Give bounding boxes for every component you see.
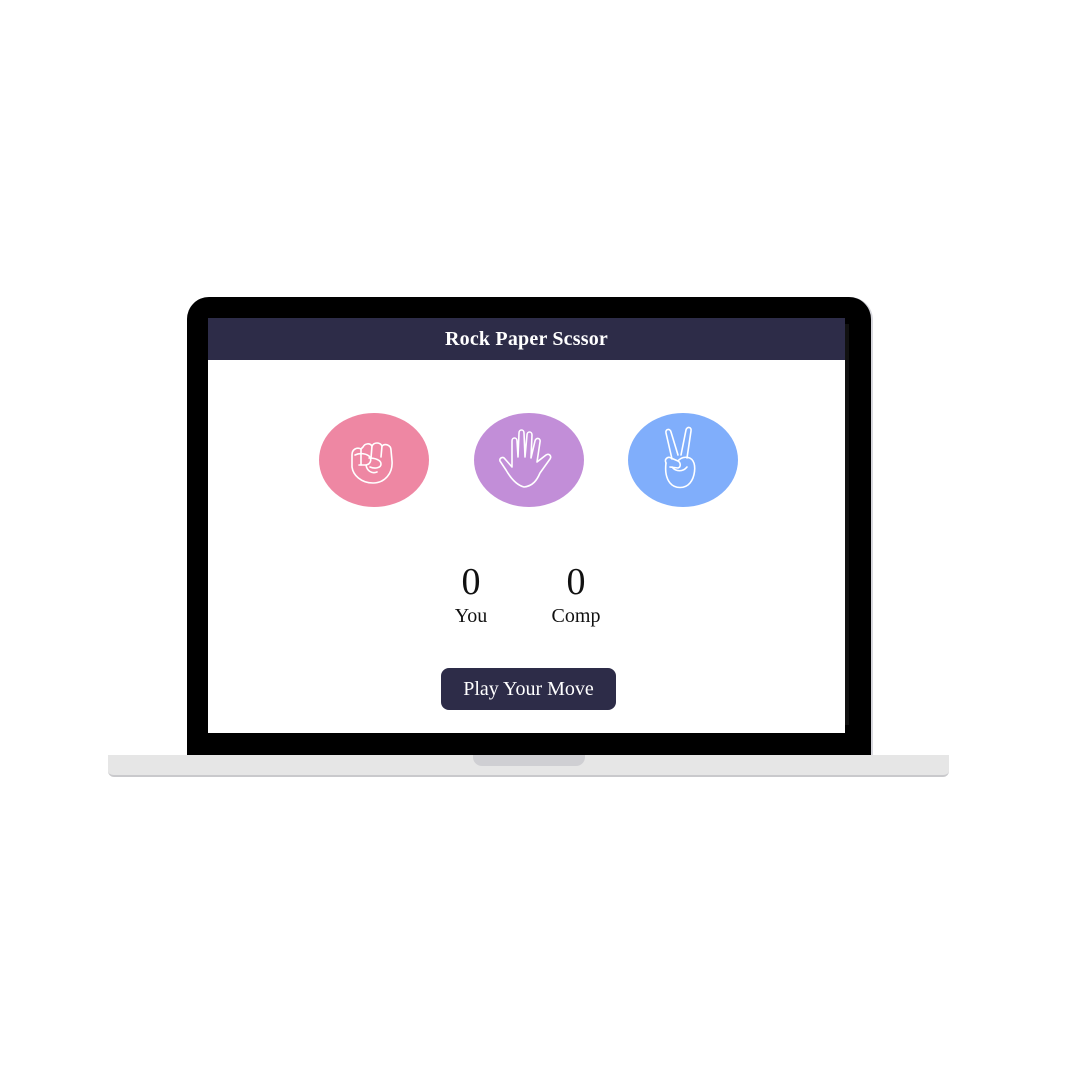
- fist-icon: [351, 442, 393, 484]
- user-score-block: 0 You: [431, 561, 511, 629]
- comp-score-label: Comp: [551, 605, 601, 627]
- peace-hand-icon: [664, 426, 696, 489]
- comp-score: 0: [566, 561, 586, 603]
- app-screen: Rock Paper Scssor 0 You 0 Comp Play Your…: [208, 318, 845, 733]
- laptop-notch: [473, 755, 585, 766]
- play-move-button[interactable]: Play Your Move: [441, 668, 616, 710]
- laptop-mockup: Rock Paper Scssor 0 You 0 Comp Play Your…: [0, 0, 1080, 1080]
- paper-choice[interactable]: [474, 413, 584, 507]
- screen-edge: [845, 324, 849, 725]
- scoreboard: 0 You 0 Comp: [208, 561, 845, 641]
- app-header: Rock Paper Scssor: [208, 318, 845, 360]
- user-score-label: You: [454, 605, 488, 627]
- user-score: 0: [461, 561, 481, 603]
- open-hand-icon: [499, 429, 552, 488]
- app-title: Rock Paper Scssor: [444, 327, 609, 350]
- comp-score-block: 0 Comp: [536, 561, 616, 629]
- rock-choice[interactable]: [319, 413, 429, 507]
- scissors-choice[interactable]: [628, 413, 738, 507]
- choices-row: [208, 413, 845, 507]
